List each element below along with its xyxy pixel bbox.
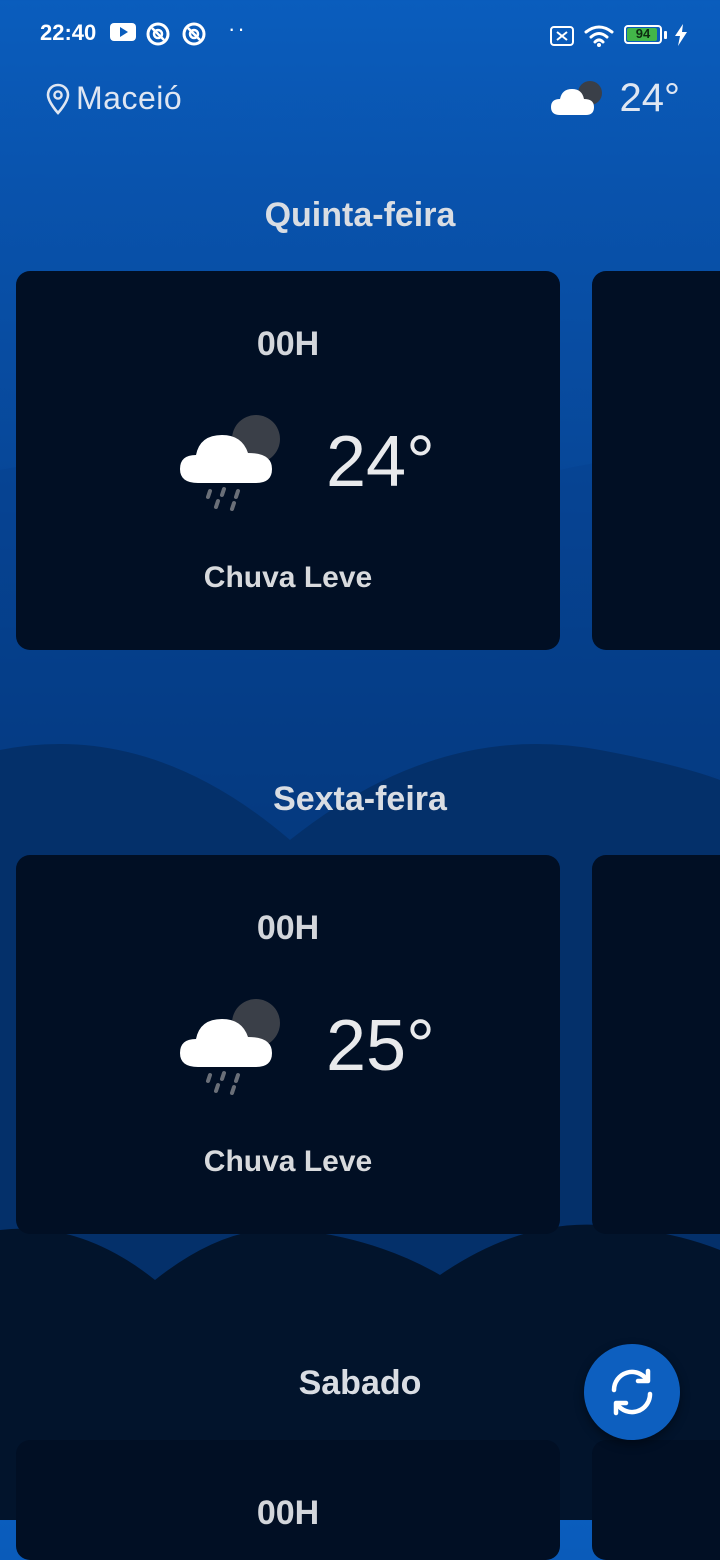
- forecast-temperature: 24°: [326, 422, 435, 502]
- current-temperature: 24°: [619, 76, 681, 120]
- notification-icon: [182, 22, 206, 46]
- light-rain-night-icon: [180, 999, 280, 1095]
- status-bar: 22:40 ·· 94: [0, 0, 720, 70]
- forecast-card[interactable]: 00H 25° Chuva Leve: [16, 855, 560, 1234]
- forecast-card-next[interactable]: [592, 855, 720, 1234]
- forecast-hour: 00H: [256, 909, 320, 947]
- forecast-card-next[interactable]: [592, 1440, 720, 1560]
- notification-icon: [146, 22, 170, 46]
- forecast-temperature: 25°: [326, 1006, 435, 1086]
- wifi-icon: [584, 25, 614, 47]
- youtube-icon: [110, 23, 136, 41]
- forecast-card[interactable]: 00H 24° Chuva Leve: [16, 271, 560, 650]
- location-name: Maceió: [76, 80, 183, 116]
- battery-level: 94: [635, 26, 651, 41]
- day-title: Sexta-feira: [273, 780, 447, 818]
- forecast-condition: Chuva Leve: [203, 561, 373, 594]
- cloudy-night-icon: [550, 80, 602, 115]
- status-time: 22:40: [40, 20, 97, 45]
- refresh-button[interactable]: [584, 1344, 680, 1440]
- forecast-hour: 00H: [256, 1494, 320, 1532]
- forecast-card[interactable]: 00H: [16, 1440, 560, 1560]
- no-sim-icon: [550, 26, 574, 46]
- battery-icon: 94: [624, 25, 662, 44]
- refresh-icon: [611, 1368, 653, 1416]
- forecast-condition: Chuva Leve: [203, 1145, 373, 1178]
- current-weather: 24°: [550, 76, 681, 121]
- light-rain-night-icon: [180, 415, 280, 511]
- battery-cap: [664, 31, 667, 39]
- day-title: Quinta-feira: [264, 196, 456, 234]
- forecast-card-next[interactable]: [592, 271, 720, 650]
- location-pin-icon: [46, 83, 70, 115]
- charging-icon: [675, 24, 687, 46]
- forecast-hour: 00H: [256, 325, 320, 363]
- more-dots-icon: ··: [228, 16, 247, 41]
- location[interactable]: Maceió: [46, 80, 182, 117]
